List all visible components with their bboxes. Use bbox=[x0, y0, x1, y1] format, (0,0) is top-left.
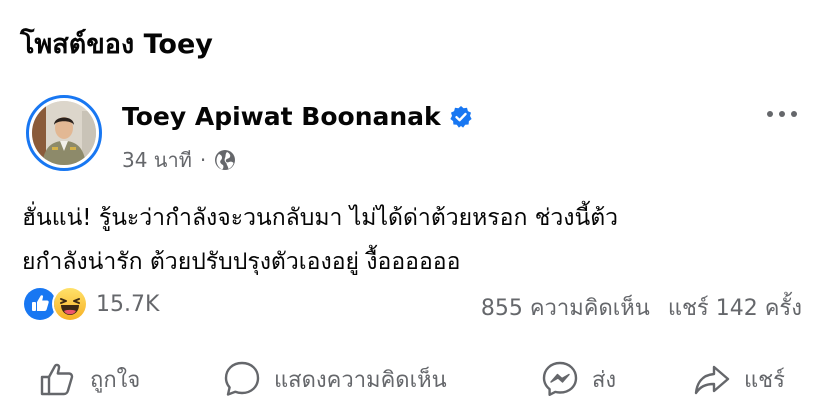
post-timestamp[interactable]: 34 นาที bbox=[122, 144, 192, 176]
share-button[interactable]: แชร์ bbox=[692, 358, 785, 400]
share-arrow-icon bbox=[692, 359, 732, 399]
share-count[interactable]: แชร์ 142 ครั้ง bbox=[668, 290, 802, 325]
share-button-label: แชร์ bbox=[744, 367, 785, 393]
post-text-line: ฮั่นแน่! รู้นะว่ากำลังจะวนกลับมา ไม่ได้ด… bbox=[22, 205, 619, 231]
globe-icon[interactable] bbox=[214, 149, 236, 171]
avatar-photo bbox=[32, 101, 96, 165]
like-button-label: ถูกใจ bbox=[90, 367, 141, 393]
reaction-count[interactable]: 15.7K bbox=[96, 292, 159, 317]
avatar[interactable] bbox=[26, 95, 102, 171]
reactions-summary[interactable]: 15.7K bbox=[22, 286, 159, 322]
post-text-line: ยกำลังน่ารัก ต้วยปรับปรุงตัวเองอยู่ งื้อ… bbox=[22, 249, 461, 275]
comment-count[interactable]: 855 ความคิดเห็น bbox=[481, 290, 650, 325]
thumbs-up-icon bbox=[38, 359, 78, 399]
messenger-icon bbox=[540, 359, 580, 399]
page-title: โพสต์ของ Toey bbox=[20, 29, 213, 60]
send-button[interactable]: ส่ง bbox=[540, 358, 616, 400]
more-options-icon[interactable] bbox=[764, 104, 800, 124]
post-body: ฮั่นแน่! รู้นะว่ากำลังจะวนกลับมา ไม่ได้ด… bbox=[22, 196, 812, 284]
like-button[interactable]: ถูกใจ bbox=[38, 358, 140, 400]
action-bar: ถูกใจ แสดงความคิดเห็น ส่ง แชร์ bbox=[0, 358, 828, 400]
author-name[interactable]: Toey Apiwat Boonanak bbox=[122, 102, 441, 131]
send-button-label: ส่ง bbox=[592, 367, 617, 393]
comment-button[interactable]: แสดงความคิดเห็น bbox=[222, 358, 447, 400]
haha-reaction-icon bbox=[52, 286, 88, 322]
comment-button-label: แสดงความคิดเห็น bbox=[274, 367, 447, 393]
verified-badge-icon bbox=[449, 105, 473, 129]
meta-separator: · bbox=[199, 148, 207, 172]
comment-icon bbox=[222, 359, 262, 399]
